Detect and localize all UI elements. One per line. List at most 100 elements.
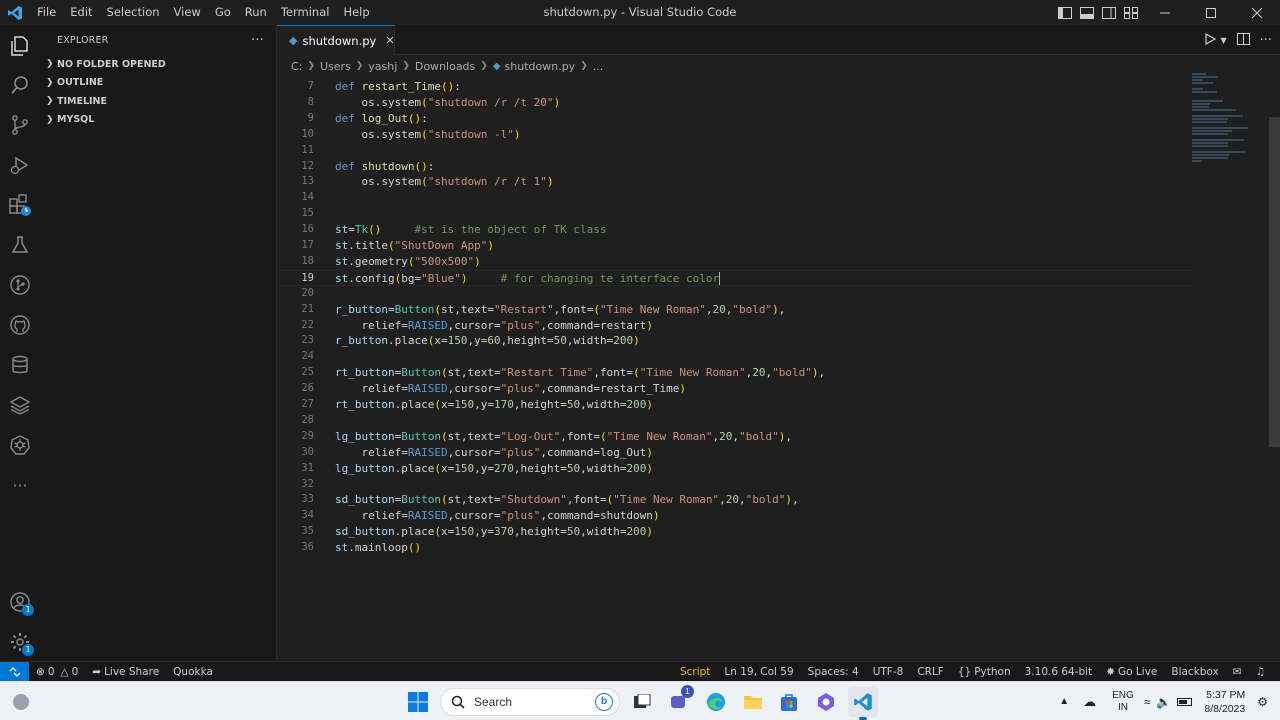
code-line[interactable]: 32	[277, 477, 1192, 493]
section-timeline[interactable]: ❯ TIMELINE	[40, 92, 276, 111]
battery-icon[interactable]	[1177, 697, 1193, 706]
edge-browser-icon[interactable]	[701, 687, 731, 717]
extensions-icon[interactable]	[0, 186, 40, 224]
breadcrumb-drive[interactable]: C:	[291, 60, 302, 73]
code-line[interactable]: 18 st.geometry("500x500")	[277, 254, 1192, 270]
layers-icon[interactable]	[0, 386, 40, 424]
code-line[interactable]: 29 lg_button=Button(st,text="Log-Out",fon…	[277, 429, 1192, 445]
breadcrumb-file[interactable]: shutdown.py	[505, 60, 576, 73]
explorer-icon[interactable]	[0, 27, 40, 65]
section-no-folder-opened[interactable]: ❯ NO FOLDER OPENED	[40, 55, 276, 74]
customize-layout-icon[interactable]	[1120, 0, 1142, 25]
breadcrumb-symbols[interactable]: ...	[593, 60, 604, 73]
vscode-taskbar-icon[interactable]	[848, 687, 878, 720]
code-line[interactable]: 24	[277, 349, 1192, 365]
more-actions-icon[interactable]: ···	[1260, 33, 1272, 48]
section-outline[interactable]: ❯ OUTLINE	[40, 74, 276, 93]
breadcrumb-downloads[interactable]: Downloads	[415, 60, 475, 73]
go-live-button[interactable]: ✸ Go Live	[1099, 666, 1164, 678]
code-line[interactable]: 33 sd_button=Button(st,text="Shutdown",fo…	[277, 492, 1192, 508]
code-line[interactable]: 16 st=Tk() #st is the object of TK class	[277, 222, 1192, 238]
teams-chat-icon[interactable]: 1	[665, 685, 695, 717]
vscode-logo-icon[interactable]	[0, 0, 30, 25]
code-line[interactable]: 7 def restart_Time():	[277, 79, 1192, 95]
code-line[interactable]: 35 sd_button.place(x=150,y=370,height=50,…	[277, 524, 1192, 540]
manage-gear-icon[interactable]: 1	[0, 623, 40, 661]
code-line[interactable]: 10 os.system("shutdown -l")	[277, 127, 1192, 143]
notifications-icon[interactable]: ⚙	[1257, 695, 1268, 709]
input-language[interactable]: ENG IN	[1112, 690, 1134, 714]
menu-help[interactable]: Help	[336, 0, 376, 25]
python-interpreter[interactable]: 3.10.6 64-bit	[1018, 666, 1100, 678]
wifi-icon[interactable]: ≈	[1144, 695, 1151, 709]
menu-view[interactable]: View	[167, 0, 208, 25]
microsoft-store-icon[interactable]	[774, 687, 804, 717]
code-line[interactable]: 36 st.mainloop()	[277, 540, 1192, 556]
code-line[interactable]: 11	[277, 143, 1192, 159]
section-mysql[interactable]: ❯ MYSQL	[40, 111, 276, 130]
copilot-app-icon[interactable]	[811, 687, 841, 717]
split-editor-icon[interactable]	[1236, 32, 1250, 48]
code-line[interactable]: 30 relief=RAISED,cursor="plus",command=l…	[277, 445, 1192, 461]
breadcrumb-user[interactable]: yashj	[368, 60, 397, 73]
code-line[interactable]: 21 r_button=Button(st,text="Restart",font…	[277, 302, 1192, 318]
feedback-icon[interactable]: ✉	[1226, 666, 1249, 678]
run-debug-icon[interactable]	[0, 146, 40, 184]
language-mode[interactable]: {} Python	[951, 666, 1018, 678]
code-line[interactable]: 14	[277, 190, 1192, 206]
onedrive-cloud-icon[interactable]: ☁	[1083, 694, 1096, 710]
code-line[interactable]: 20	[277, 286, 1192, 302]
run-dropdown-chevron-icon[interactable]: ▼	[1220, 36, 1226, 45]
volume-muted-icon[interactable]: 🔈	[1156, 695, 1171, 709]
maximize-button[interactable]	[1188, 0, 1234, 25]
start-windows-icon[interactable]	[403, 687, 433, 717]
blackbox-button[interactable]: Blackbox	[1164, 666, 1225, 678]
indentation[interactable]: Spaces: 4	[801, 666, 866, 678]
search-icon[interactable]	[0, 66, 40, 104]
more-views-icon[interactable]: ···	[0, 466, 40, 504]
source-control-icon[interactable]	[0, 106, 40, 144]
menu-file[interactable]: File	[30, 0, 63, 25]
toggle-panel-icon[interactable]	[1076, 0, 1098, 25]
code-line[interactable]: 22 relief=RAISED,cursor="plus",command=r…	[277, 318, 1192, 334]
task-view-icon[interactable]	[627, 687, 657, 717]
show-hidden-icons-chevron-icon[interactable]: ▲	[1059, 696, 1069, 707]
script-mode[interactable]: Script	[673, 666, 717, 678]
menu-go[interactable]: Go	[208, 0, 238, 25]
menu-selection[interactable]: Selection	[100, 0, 167, 25]
code-line[interactable]: 23 r_button.place(x=150,y=60,height=50,wi…	[277, 333, 1192, 349]
toggle-secondary-sidebar-icon[interactable]	[1098, 0, 1120, 25]
code-line[interactable]: 13 os.system("shutdown /r /t 1")	[277, 174, 1192, 190]
run-python-file-icon[interactable]	[1204, 32, 1217, 48]
problems-indicator[interactable]: ⊗ 0 △ 0	[29, 666, 85, 678]
code-line[interactable]: 8 os.system("shutdown /r /t 20")	[277, 95, 1192, 111]
menu-run[interactable]: Run	[238, 0, 274, 25]
breadcrumb-users[interactable]: Users	[320, 60, 351, 73]
code-line[interactable]: 12 def shutdown():	[277, 159, 1192, 175]
database-icon[interactable]	[0, 346, 40, 384]
encoding[interactable]: UTF-8	[866, 666, 911, 678]
clock[interactable]: 5:37 PM 8/8/2023	[1204, 688, 1245, 716]
kubernetes-icon[interactable]	[0, 426, 40, 464]
menu-terminal[interactable]: Terminal	[274, 0, 337, 25]
code-line[interactable]: 25 rt_button=Button(st,text="Restart Time…	[277, 365, 1192, 381]
minimap[interactable]	[1192, 73, 1267, 162]
code-line[interactable]: 26 relief=RAISED,cursor="plus",command=r…	[277, 381, 1192, 397]
toggle-primary-sidebar-icon[interactable]	[1054, 0, 1076, 25]
code-line[interactable]: 31 lg_button.place(x=150,y=270,height=50,…	[277, 461, 1192, 477]
live-share-button[interactable]: ➦ Live Share	[85, 666, 166, 678]
tab-shutdown-py[interactable]: ◆ shutdown.py ✕	[277, 25, 395, 55]
taskbar-search-box[interactable]: Search b	[440, 688, 620, 716]
code-line[interactable]: 15	[277, 206, 1192, 222]
quokka-button[interactable]: Quokka	[166, 666, 220, 678]
cursor-position[interactable]: Ln 19, Col 59	[717, 666, 800, 678]
code-line[interactable]: 19 st.config(bg="Blue") # for changing te…	[277, 269, 1192, 286]
menu-edit[interactable]: Edit	[63, 0, 99, 25]
code-line[interactable]: 27 rt_button.place(x=150,y=170,height=50,…	[277, 397, 1192, 413]
widgets-icon[interactable]	[6, 687, 36, 717]
end-of-line[interactable]: CRLF	[910, 666, 951, 678]
explorer-more-actions-icon[interactable]: ···	[251, 33, 264, 48]
code-line[interactable]: 9 def log_Out():	[277, 111, 1192, 127]
vertical-scrollbar[interactable]	[1269, 117, 1280, 447]
code-line[interactable]: 34 relief=RAISED,cursor="plus",command=s…	[277, 508, 1192, 524]
